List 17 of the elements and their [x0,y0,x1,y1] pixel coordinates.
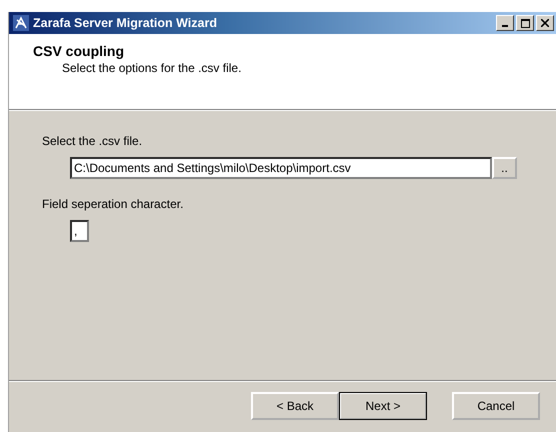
close-button[interactable] [536,15,554,31]
wizard-button[interactable]: Next > [339,392,427,420]
app-icon [13,15,29,31]
close-icon [541,19,549,27]
wizard-button[interactable]: < Back [251,392,339,420]
browse-button[interactable]: .. [492,157,517,179]
wizard-button[interactable]: Cancel [452,392,540,420]
minimize-button[interactable] [496,15,514,31]
window-title: Zarafa Server Migration Wizard [33,16,218,30]
page-subtitle: Select the options for the .csv file. [62,61,242,75]
maximize-button[interactable] [516,15,534,31]
field-label: Field seperation character. [42,197,184,213]
page-title: CSV coupling [33,43,125,59]
file-path-field[interactable]: C:\Documents and Settings\milo\Desktop\import.csv [70,157,492,179]
field-label: Select the .csv file. [42,134,144,150]
separator-field[interactable]: , [70,220,89,242]
maximize-icon [520,18,530,28]
